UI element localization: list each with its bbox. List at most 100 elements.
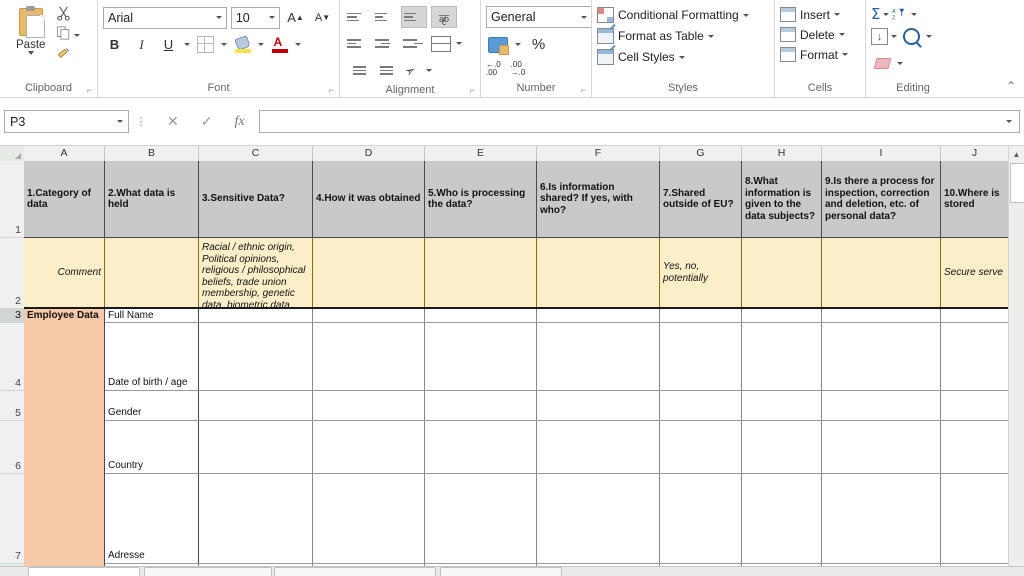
number-dialog-launcher[interactable]: ⌐: [581, 85, 586, 95]
cell-E6[interactable]: [425, 421, 537, 474]
delete-cells-button[interactable]: Delete: [780, 27, 848, 42]
cell-I7[interactable]: [822, 474, 941, 564]
cell-J6[interactable]: [941, 421, 1009, 474]
borders-button[interactable]: [194, 33, 217, 56]
cell-C7[interactable]: [199, 474, 313, 564]
cell-C6[interactable]: [199, 421, 313, 474]
align-right-button[interactable]: [401, 34, 425, 54]
format-as-table-button[interactable]: Format as Table: [597, 28, 749, 44]
autosum-button[interactable]: Σ: [871, 7, 880, 21]
cell-I3[interactable]: [822, 309, 941, 323]
cell-G6[interactable]: [660, 421, 742, 474]
cell-styles-button[interactable]: Cell Styles: [597, 49, 749, 65]
row-header-7[interactable]: 7: [0, 474, 24, 564]
row-header-3[interactable]: 3: [0, 309, 24, 323]
cell-J4[interactable]: [941, 323, 1009, 391]
cell-B3[interactable]: Full Name: [105, 309, 199, 323]
cell-B6[interactable]: Country: [105, 421, 199, 474]
column-header-J[interactable]: J: [941, 146, 1009, 161]
find-caret-icon[interactable]: [926, 35, 932, 38]
fill-caret-icon[interactable]: [891, 35, 897, 38]
cell-H4[interactable]: [742, 323, 822, 391]
format-cells-button[interactable]: Format: [780, 47, 848, 62]
fill-color-button[interactable]: [231, 33, 254, 56]
percent-style-button[interactable]: %: [527, 33, 550, 56]
increase-decimal-button[interactable]: ←.0 .00: [486, 61, 501, 77]
cell-B5[interactable]: Gender: [105, 391, 199, 421]
cell-E1[interactable]: 5.Who is processing the data?: [425, 161, 537, 238]
cancel-icon[interactable]: ✕: [167, 113, 179, 130]
cell-styles-caret-icon[interactable]: [679, 56, 685, 59]
clear-caret-icon[interactable]: [897, 62, 903, 65]
cell-B2[interactable]: [105, 238, 199, 309]
comma-style-button[interactable]: : [556, 33, 579, 56]
fill-color-caret-icon[interactable]: [258, 43, 264, 46]
borders-caret-icon[interactable]: [221, 43, 227, 46]
name-box[interactable]: P3: [4, 110, 129, 133]
cell-E5[interactable]: [425, 391, 537, 421]
paste-button[interactable]: Paste: [5, 4, 56, 55]
row-header-6[interactable]: 6: [0, 421, 24, 474]
cell-J1[interactable]: 10.Where is stored: [941, 161, 1009, 238]
scroll-up-icon[interactable]: ▲: [1009, 146, 1024, 162]
cell-C4[interactable]: [199, 323, 313, 391]
align-center-button[interactable]: [373, 34, 397, 54]
cell-C1[interactable]: 3.Sensitive Data?: [199, 161, 313, 238]
collapse-ribbon-icon[interactable]: ⌃: [1006, 79, 1016, 93]
column-header-B[interactable]: B: [105, 146, 199, 161]
cell-G2[interactable]: Yes, no, potentially: [660, 238, 742, 309]
copy-dropdown-caret-icon[interactable]: [74, 34, 80, 37]
cell-I2[interactable]: [822, 238, 941, 309]
select-all-corner[interactable]: [0, 146, 25, 161]
cell-G4[interactable]: [660, 323, 742, 391]
align-middle-button[interactable]: [373, 7, 397, 27]
column-header-G[interactable]: G: [660, 146, 742, 161]
cell-H6[interactable]: [742, 421, 822, 474]
cell-B1[interactable]: 2.What data is held: [105, 161, 199, 238]
find-select-button[interactable]: [900, 25, 923, 48]
accounting-caret-icon[interactable]: [515, 43, 521, 46]
cell-G7[interactable]: [660, 474, 742, 564]
conditional-formatting-button[interactable]: Conditional Formatting: [597, 7, 749, 23]
cell-H5[interactable]: [742, 391, 822, 421]
row-header-1[interactable]: 1: [0, 161, 24, 238]
sort-filter-caret-icon[interactable]: [911, 13, 917, 16]
format-painter-button[interactable]: [56, 47, 92, 64]
cell-H7[interactable]: [742, 474, 822, 564]
sheet-tab-4[interactable]: [440, 567, 562, 576]
font-name-combo[interactable]: Arial: [103, 7, 227, 29]
column-header-C[interactable]: C: [199, 146, 313, 161]
sheet-tab-3[interactable]: [274, 567, 436, 576]
expand-formula-bar-button[interactable]: [999, 110, 1020, 133]
paste-dropdown-caret-icon[interactable]: [28, 51, 34, 55]
formula-bar-grip[interactable]: ⋮: [129, 119, 153, 125]
increase-font-size-button[interactable]: A ▲: [284, 6, 307, 29]
cell-F2[interactable]: [537, 238, 660, 309]
font-color-button[interactable]: A: [268, 33, 291, 56]
align-bottom-button[interactable]: [401, 6, 427, 28]
underline-caret-icon[interactable]: [184, 43, 190, 46]
insert-caret-icon[interactable]: [834, 13, 840, 16]
font-size-combo[interactable]: 10: [231, 7, 280, 29]
column-header-A[interactable]: A: [24, 146, 105, 161]
cell-D1[interactable]: 4.How it was obtained: [313, 161, 425, 238]
italic-button[interactable]: I: [130, 33, 153, 56]
cut-button[interactable]: [56, 7, 92, 24]
column-header-F[interactable]: F: [537, 146, 660, 161]
row-header-2[interactable]: 2: [0, 238, 24, 309]
delete-caret-icon[interactable]: [839, 33, 845, 36]
clipboard-dialog-launcher[interactable]: ⌐: [87, 85, 92, 95]
align-left-button[interactable]: [345, 34, 369, 54]
cell-D2[interactable]: [313, 238, 425, 309]
cell-J7[interactable]: [941, 474, 1009, 564]
name-box-caret-icon[interactable]: [117, 120, 123, 123]
underline-button[interactable]: U: [157, 33, 180, 56]
cell-B7[interactable]: Adresse: [105, 474, 199, 564]
decrease-decimal-button[interactable]: .00 →.0: [511, 61, 526, 77]
cell-I4[interactable]: [822, 323, 941, 391]
bold-button[interactable]: B: [103, 33, 126, 56]
column-header-D[interactable]: D: [313, 146, 425, 161]
confirm-icon[interactable]: ✓: [201, 113, 213, 130]
cell-C2[interactable]: Racial / ethnic origin, Political opinio…: [199, 238, 313, 309]
cell-D6[interactable]: [313, 421, 425, 474]
